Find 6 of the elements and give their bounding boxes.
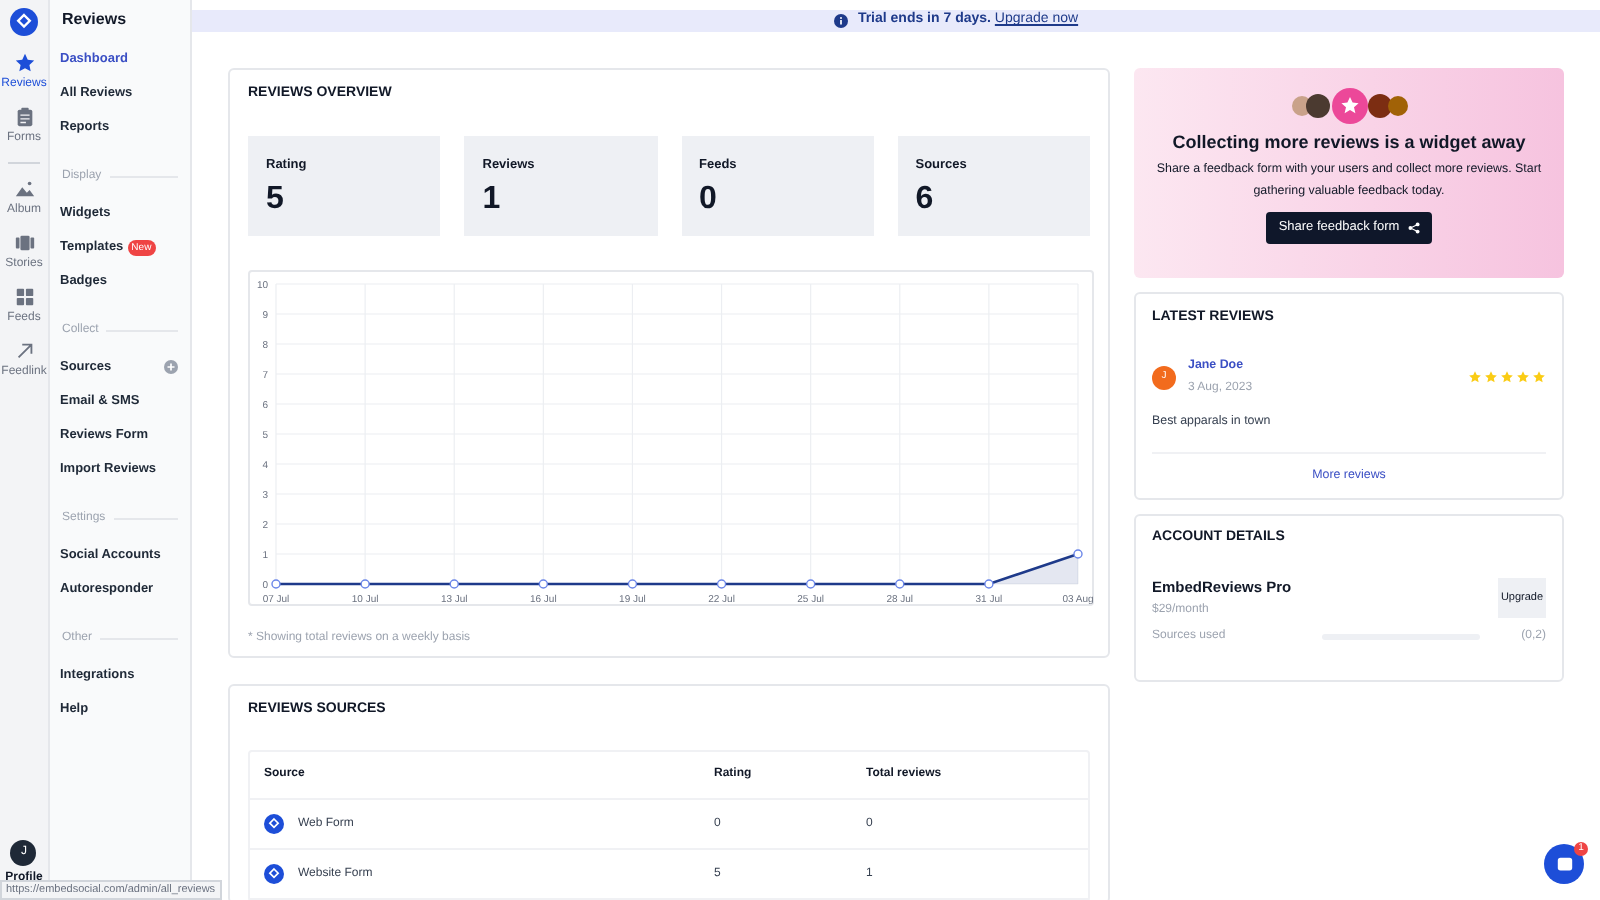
- stat-value: 0: [699, 179, 719, 220]
- stat-value: 5: [266, 179, 286, 220]
- stat-value: 1: [482, 179, 503, 220]
- promo-title: Collecting more reviews is a widget away: [1172, 129, 1526, 156]
- stat-value: 6: [915, 179, 936, 220]
- sidebar-title: Reviews: [60, 8, 129, 28]
